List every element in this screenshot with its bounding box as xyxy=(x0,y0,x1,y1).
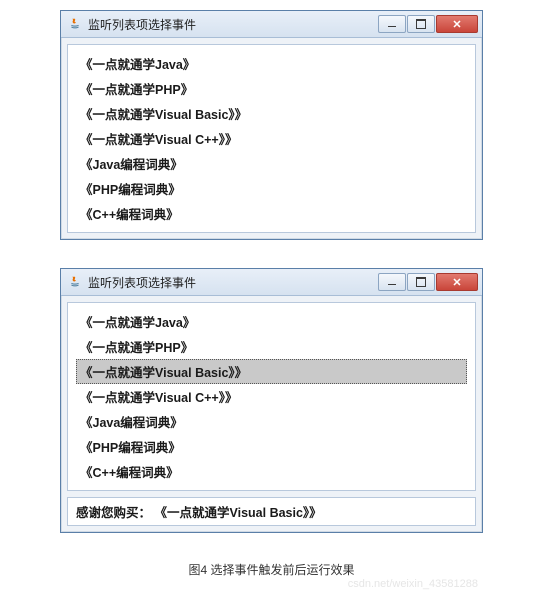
list-item-selected[interactable]: 《一点就通学Visual Basic》》 xyxy=(76,359,467,384)
status-value: 《一点就通学Visual Basic》》 xyxy=(155,506,322,520)
list-item[interactable]: 《PHP编程词典》 xyxy=(76,434,467,459)
titlebar[interactable]: 监听列表项选择事件 ✕ xyxy=(61,269,482,296)
window-controls: ✕ xyxy=(378,15,478,33)
maximize-button[interactable] xyxy=(407,273,435,291)
list-item[interactable]: 《一点就通学Visual C++》》 xyxy=(76,126,467,151)
list-item[interactable]: 《一点就通学Java》 xyxy=(76,309,467,334)
status-prefix: 感谢您购买： xyxy=(76,506,151,520)
figure-caption: 图4 选择事件触发前后运行效果 xyxy=(60,561,483,578)
window-title: 监听列表项选择事件 xyxy=(88,274,378,291)
window-controls: ✕ xyxy=(378,273,478,291)
list-panel: 《一点就通学Java》 《一点就通学PHP》 《一点就通学Visual Basi… xyxy=(67,44,476,233)
list-item[interactable]: 《一点就通学PHP》 xyxy=(76,334,467,359)
minimize-button[interactable] xyxy=(378,15,406,33)
list-item[interactable]: 《C++编程词典》 xyxy=(76,201,467,226)
window-before: 监听列表项选择事件 ✕ 《一点就通学Java》 《一点就通学PHP》 《一点就通… xyxy=(60,10,483,240)
list-item[interactable]: 《C++编程词典》 xyxy=(76,459,467,484)
list-item[interactable]: 《一点就通学Visual Basic》》 xyxy=(76,101,467,126)
close-button[interactable]: ✕ xyxy=(436,15,478,33)
java-icon xyxy=(67,16,83,32)
minimize-button[interactable] xyxy=(378,273,406,291)
status-bar: 感谢您购买： 《一点就通学Visual Basic》》 xyxy=(67,497,476,526)
list-item[interactable]: 《PHP编程词典》 xyxy=(76,176,467,201)
maximize-button[interactable] xyxy=(407,15,435,33)
list-item[interactable]: 《一点就通学Visual C++》》 xyxy=(76,384,467,409)
list-item[interactable]: 《Java编程词典》 xyxy=(76,409,467,434)
titlebar[interactable]: 监听列表项选择事件 ✕ xyxy=(61,11,482,38)
list-item[interactable]: 《一点就通学Java》 xyxy=(76,51,467,76)
list-item[interactable]: 《一点就通学PHP》 xyxy=(76,76,467,101)
watermark: csdn.net/weixin_43581288 xyxy=(0,578,543,590)
window-title: 监听列表项选择事件 xyxy=(88,16,378,33)
close-button[interactable]: ✕ xyxy=(436,273,478,291)
java-icon xyxy=(67,274,83,290)
window-after: 监听列表项选择事件 ✕ 《一点就通学Java》 《一点就通学PHP》 《一点就通… xyxy=(60,268,483,533)
list-panel: 《一点就通学Java》 《一点就通学PHP》 《一点就通学Visual Basi… xyxy=(67,302,476,491)
list-item[interactable]: 《Java编程词典》 xyxy=(76,151,467,176)
